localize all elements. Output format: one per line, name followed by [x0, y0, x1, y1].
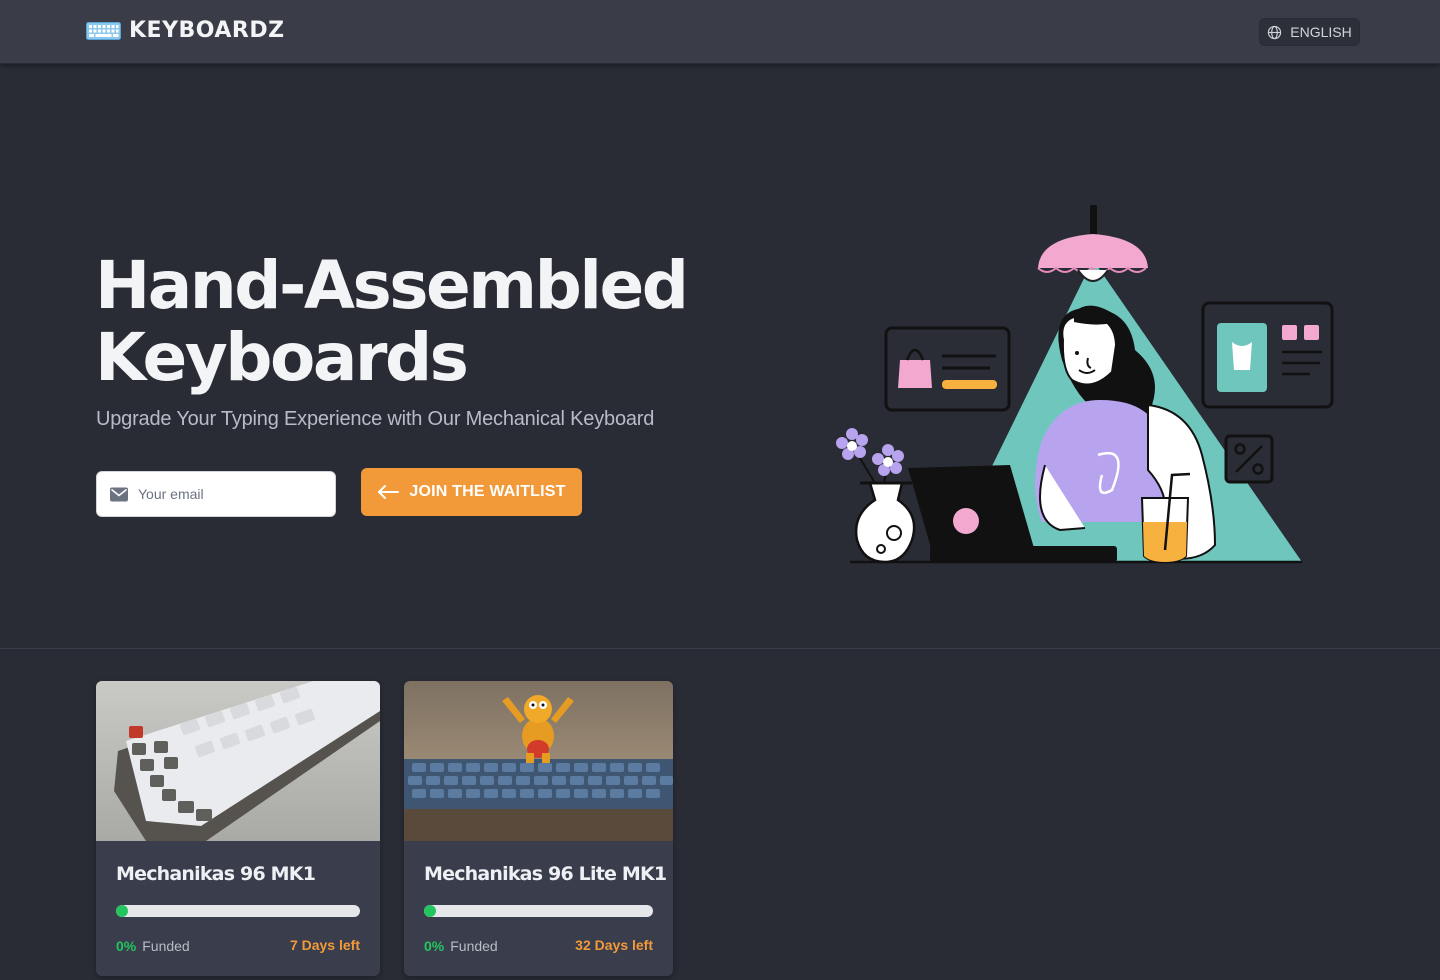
funded-status: 0% Funded [116, 938, 190, 954]
hero-title-line-2: Keyboards [95, 319, 469, 396]
product-title: Mechanikas 96 MK1 [116, 863, 316, 885]
join-waitlist-button[interactable]: JOIN THE WAITLIST [361, 468, 582, 516]
funded-label: Funded [142, 938, 190, 954]
funded-status: 0% Funded [424, 938, 498, 954]
language-label: ENGLISH [1290, 24, 1352, 40]
brand-logo-link[interactable]: KEYBOARDZ [86, 18, 285, 43]
funding-progress-bar [116, 905, 360, 917]
product-card[interactable]: Mechanikas 96 MK1 0% Funded 7 Days left [96, 681, 380, 976]
arrow-left-icon [378, 485, 400, 499]
email-field-wrapper [96, 471, 336, 517]
funded-percentage: 0% [424, 938, 445, 954]
flower-illustration [836, 428, 904, 476]
keyboard-icon [86, 21, 121, 40]
brand-name: KEYBOARDZ [129, 18, 285, 43]
lamp-shade [1038, 234, 1148, 268]
funding-progress-fill [424, 905, 436, 917]
globe-icon [1268, 25, 1282, 39]
product-title: Mechanikas 96 Lite MK1 [424, 863, 667, 885]
language-selector-button[interactable]: ENGLISH [1259, 18, 1360, 46]
funded-label: Funded [450, 938, 498, 954]
days-left: 32 Days left [575, 937, 653, 953]
mail-icon [110, 487, 128, 502]
days-left: 7 Days left [289, 937, 360, 953]
funded-percentage: 0% [116, 938, 137, 954]
join-waitlist-label: JOIN THE WAITLIST [409, 483, 566, 500]
section-divider [0, 648, 1440, 649]
hero-illustration [836, 205, 1334, 564]
hero-title-line-1: Hand-Assembled [95, 247, 689, 324]
hero-subtitle: Upgrade Your Typing Experience with Our … [96, 408, 655, 430]
product-image-mechanikas-96-lite-mk1 [404, 681, 673, 841]
hero-title: Hand-Assembled Keyboards [95, 250, 755, 394]
product-image-mechanikas-96-mk1 [96, 681, 380, 841]
funding-progress-bar [424, 905, 653, 917]
email-input[interactable] [97, 472, 335, 516]
funding-progress-fill [116, 905, 128, 917]
top-navigation-bar: KEYBOARDZ ENGLISH [0, 0, 1440, 64]
product-card[interactable]: Mechanikas 96 Lite MK1 0% Funded 32 Days … [404, 681, 673, 976]
